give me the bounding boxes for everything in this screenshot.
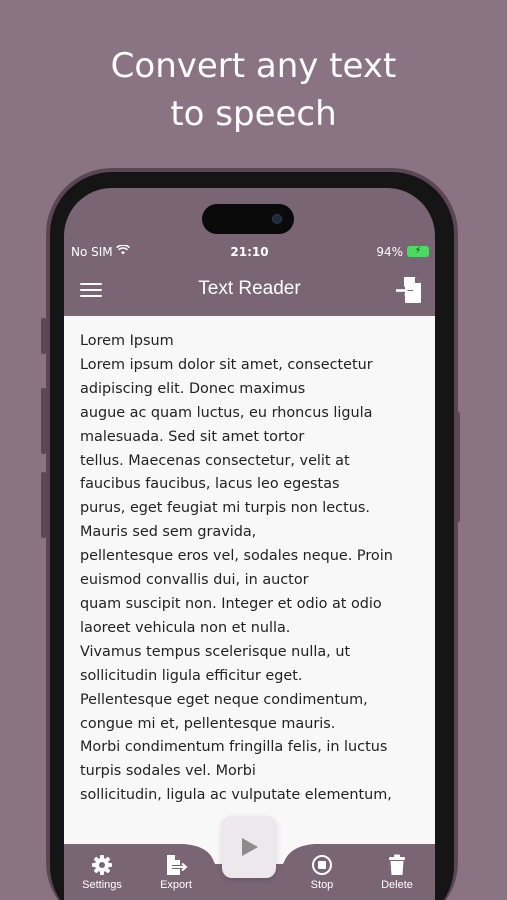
text-line: Morbi condimentum fringilla felis, in lu… <box>80 739 388 756</box>
trash-icon <box>367 854 427 876</box>
import-document-icon[interactable] <box>395 275 423 305</box>
promo-line-1: Convert any text <box>110 46 397 86</box>
text-line: Lorem ipsum dolor sit amet, consectetur <box>80 356 373 373</box>
text-line: Lorem Ipsum <box>80 333 174 349</box>
delete-label: Delete <box>381 879 413 891</box>
text-content-area[interactable]: Lorem Ipsum Lorem ipsum dolor sit amet, … <box>64 316 435 864</box>
promo-headline: Convert any text to speech <box>0 42 507 138</box>
delete-button[interactable]: Delete <box>367 854 427 891</box>
text-line: congue mi et, pellentesque mauris. <box>80 715 336 732</box>
text-line: Mauris sed sem gravida, <box>80 524 257 541</box>
text-line: augue ac quam luctus, eu rhoncus ligula <box>80 404 373 421</box>
stop-icon <box>292 854 352 876</box>
settings-label: Settings <box>82 879 122 891</box>
text-line: laoreet vehicula non et nulla. <box>80 619 291 636</box>
export-button[interactable]: Export <box>146 854 206 891</box>
text-line: malesuada. Sed sit amet tortor <box>80 428 305 445</box>
gear-icon <box>72 854 132 876</box>
promo-line-2: to speech <box>170 94 337 134</box>
text-line: turpis sodales vel. Morbi <box>80 763 256 780</box>
text-line: purus, eget feugiat mi turpis non lectus… <box>80 500 370 517</box>
text-line: Pellentesque eget neque condimentum, <box>80 691 368 708</box>
text-line: tellus. Maecenas consectetur, velit at <box>80 452 350 469</box>
stop-label: Stop <box>310 879 334 891</box>
play-icon <box>242 838 258 856</box>
camera-icon <box>272 214 282 224</box>
export-label: Export <box>160 879 192 891</box>
app-title: Text Reader <box>198 278 301 299</box>
text-line: sollicitudin, ligula ac vulputate elemen… <box>80 787 392 804</box>
settings-button[interactable]: Settings <box>72 854 132 891</box>
stop-button[interactable]: Stop <box>292 854 352 891</box>
battery-icon: ⚡ <box>407 246 429 257</box>
text-line: quam suscipit non. Integer et odio at od… <box>80 595 382 612</box>
app-bar: Text Reader <box>64 268 435 316</box>
dynamic-island <box>202 204 294 234</box>
battery-percentage: 94% <box>376 245 403 259</box>
text-line: Vivamus tempus scelerisque nulla, ut <box>80 643 351 660</box>
export-icon <box>146 854 206 876</box>
text-line: pellentesque eros vel, sodales neque. Pr… <box>80 548 393 565</box>
text-line: sollicitudin ligula efficitur eget. <box>80 667 303 684</box>
play-button[interactable] <box>222 816 276 878</box>
text-line: euismod convallis dui, in auctor <box>80 572 309 589</box>
text-line: faucibus faucibus, lacus leo egestas <box>80 476 340 493</box>
status-bar: No SIM 21:10 94% ⚡ <box>64 242 435 262</box>
text-line: adipiscing elit. Donec maximus <box>80 380 306 397</box>
